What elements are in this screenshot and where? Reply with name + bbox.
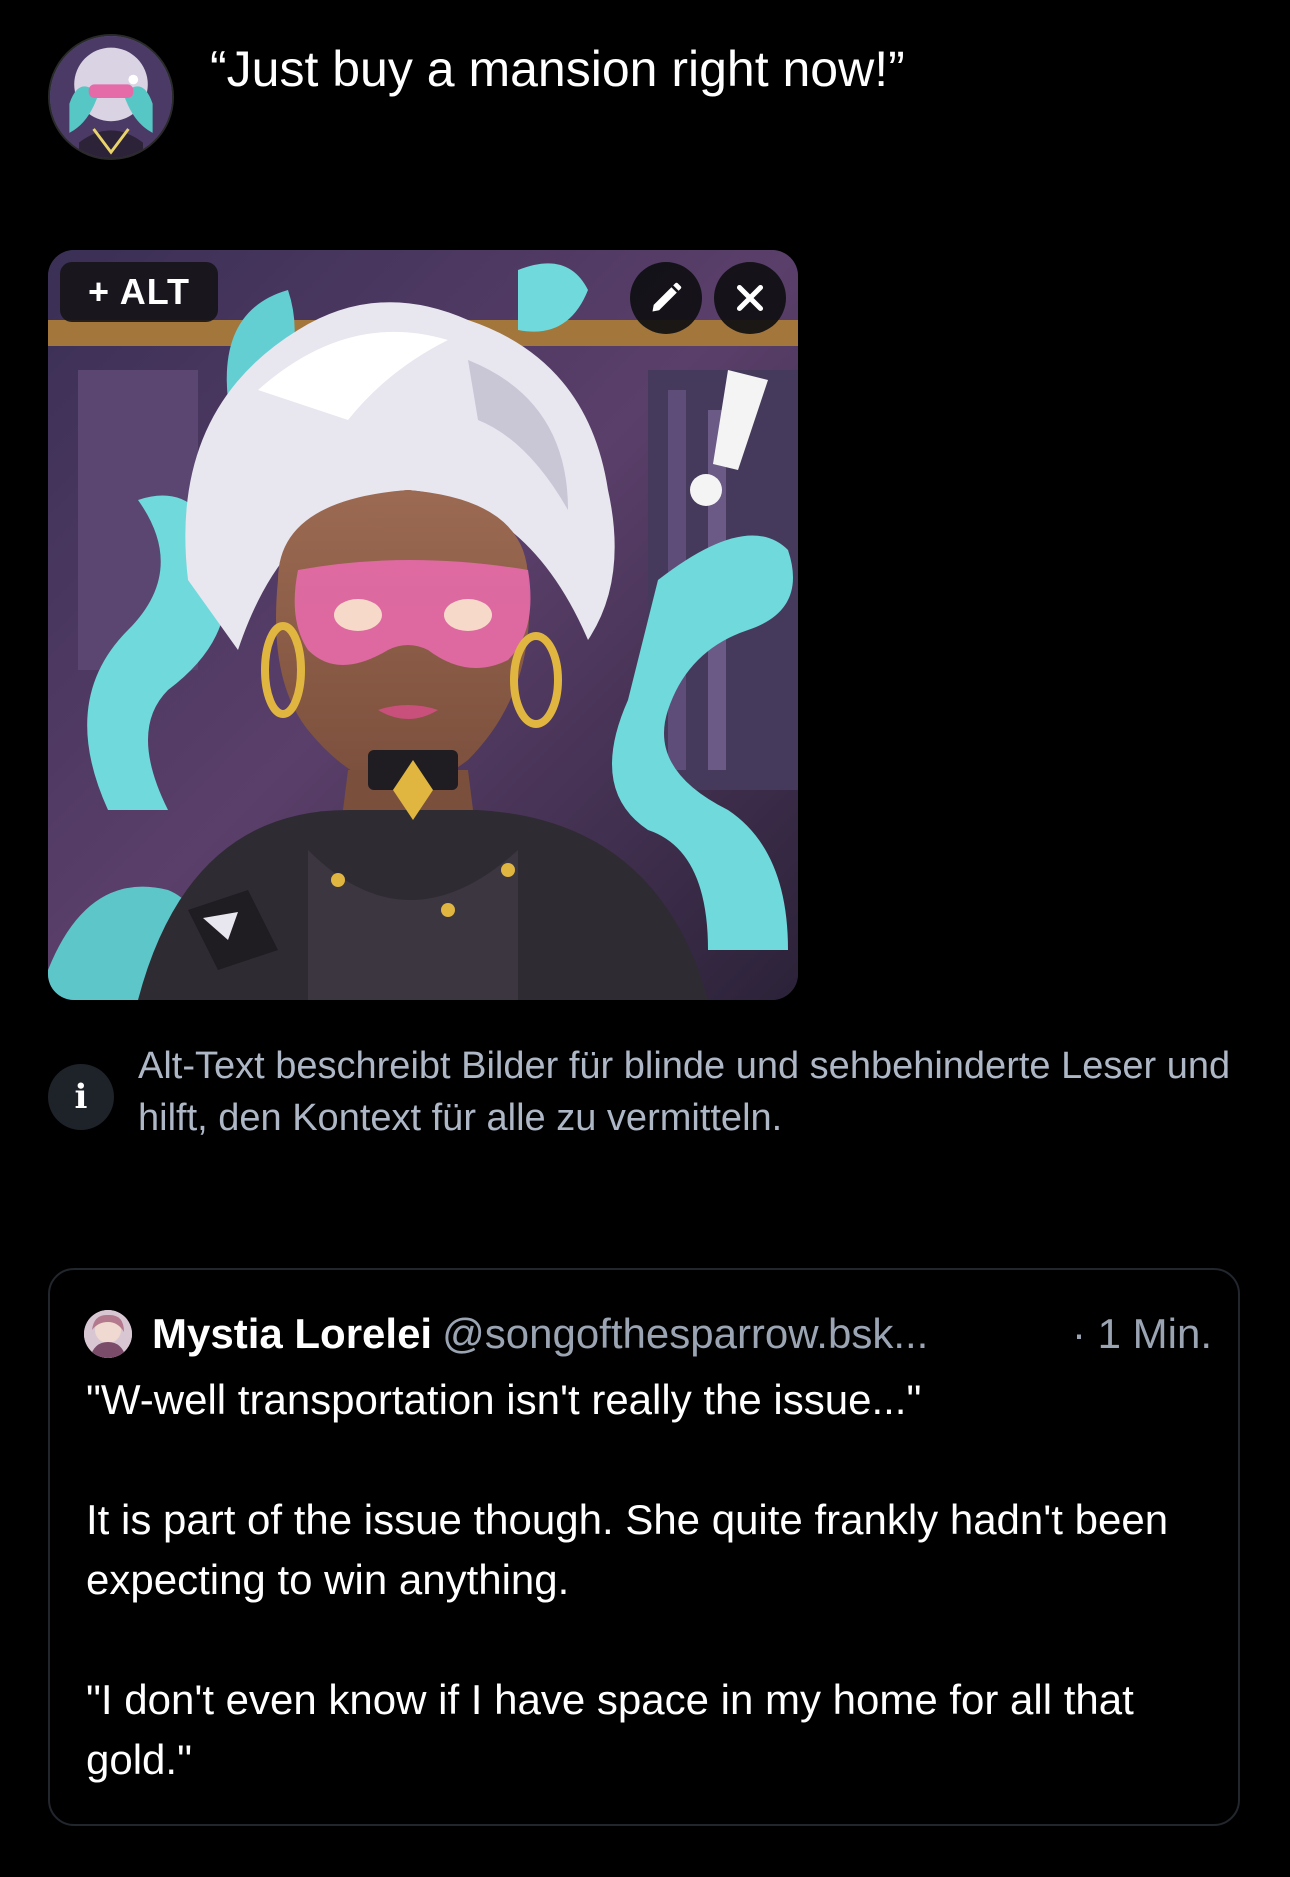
alt-text-hint: Alt-Text beschreibt Bilder für blinde un…	[138, 1045, 1231, 1139]
user-avatar-icon	[84, 1310, 132, 1358]
quoted-post-body: "W-well transportation isn't really the …	[86, 1370, 1216, 1790]
quoted-author-name[interactable]: Mystia Lorelei	[152, 1310, 432, 1357]
remove-image-button[interactable]	[714, 262, 786, 334]
medusa-artwork-image	[48, 250, 798, 1000]
quoted-post-time: · 1 Min.	[1071, 1310, 1212, 1357]
quoted-paragraph: "I don't even know if I have space in my…	[86, 1676, 1134, 1783]
info-icon: i	[48, 1064, 114, 1130]
composer-avatar[interactable]	[48, 34, 174, 160]
quoted-author-avatar	[84, 1310, 132, 1358]
quoted-post-header: Mystia Lorelei @songofthesparrow.bsk... ·…	[152, 1306, 1212, 1362]
image-attachment: + ALT	[48, 250, 798, 1000]
close-icon	[736, 284, 764, 312]
pencil-icon	[652, 282, 682, 312]
post-text-input[interactable]: “Just buy a mansion right now!”	[210, 38, 905, 100]
user-avatar-icon	[50, 36, 172, 158]
quoted-paragraph: "W-well transportation isn't really the …	[86, 1376, 922, 1423]
edit-image-button[interactable]	[630, 262, 702, 334]
add-alt-text-button[interactable]: + ALT	[60, 262, 218, 322]
quoted-paragraph: It is part of the issue though. She quit…	[86, 1496, 1169, 1603]
quoted-author-handle[interactable]: @songofthesparrow.bsk...	[442, 1310, 928, 1357]
quoted-post-card[interactable]: Mystia Lorelei @songofthesparrow.bsk... ·…	[48, 1268, 1240, 1826]
